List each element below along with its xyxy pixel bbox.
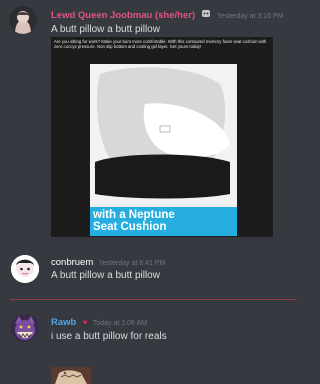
avatar[interactable] [11,255,39,283]
message-header: Lewd Queen Joobmau (she/her) Yesterday a… [51,9,284,21]
banner-text: with a Neptune Seat Cushion [93,209,175,233]
timestamp: Yesterday at 3:16 PM [216,13,284,20]
timestamp: Yesterday at 8:41 PM [98,260,166,267]
message-text: i use a butt pillow for reals [51,331,167,342]
username[interactable]: Rawb [51,317,76,328]
avatar[interactable] [9,6,37,34]
timestamp: Today at 1:06 AM [92,320,147,327]
embed-image[interactable]: Are you sitting for work? Make your bum … [51,37,273,237]
username[interactable]: conbruem [51,257,93,268]
message-2: conbruem Yesterday at 8:41 PM A butt pil… [0,250,307,300]
chat-window: Lewd Queen Joobmau (she/her) Yesterday a… [0,0,307,384]
message-3: Rawb ♥ Today at 1:06 AM i use a butt pil… [0,306,307,384]
avatar-icon [9,6,37,34]
embed-banner: with a Neptune Seat Cushion [90,207,237,236]
username[interactable]: Lewd Queen Joobmau (she/her) [51,10,195,21]
avatar[interactable] [11,314,39,342]
embed-photo: with a Neptune Seat Cushion [90,64,237,236]
message-header: conbruem Yesterday at 8:41 PM [51,257,165,268]
image-thumbnail-icon [51,367,91,384]
message-text: A butt pillow a butt pillow [51,270,160,281]
message-1: Lewd Queen Joobmau (she/her) Yesterday a… [0,0,307,250]
new-messages-divider [10,299,297,300]
message-text: A butt pillow a butt pillow [51,24,160,35]
avatar-icon [11,314,39,342]
avatar-icon [11,255,39,283]
heart-badge-icon: ♥ [82,318,88,327]
robot-badge-icon [201,9,211,20]
embed-caption: Are you sitting for work? Make your bum … [54,39,267,50]
attachment-thumbnail[interactable] [51,367,91,384]
message-header: Rawb ♥ Today at 1:06 AM [51,317,147,328]
